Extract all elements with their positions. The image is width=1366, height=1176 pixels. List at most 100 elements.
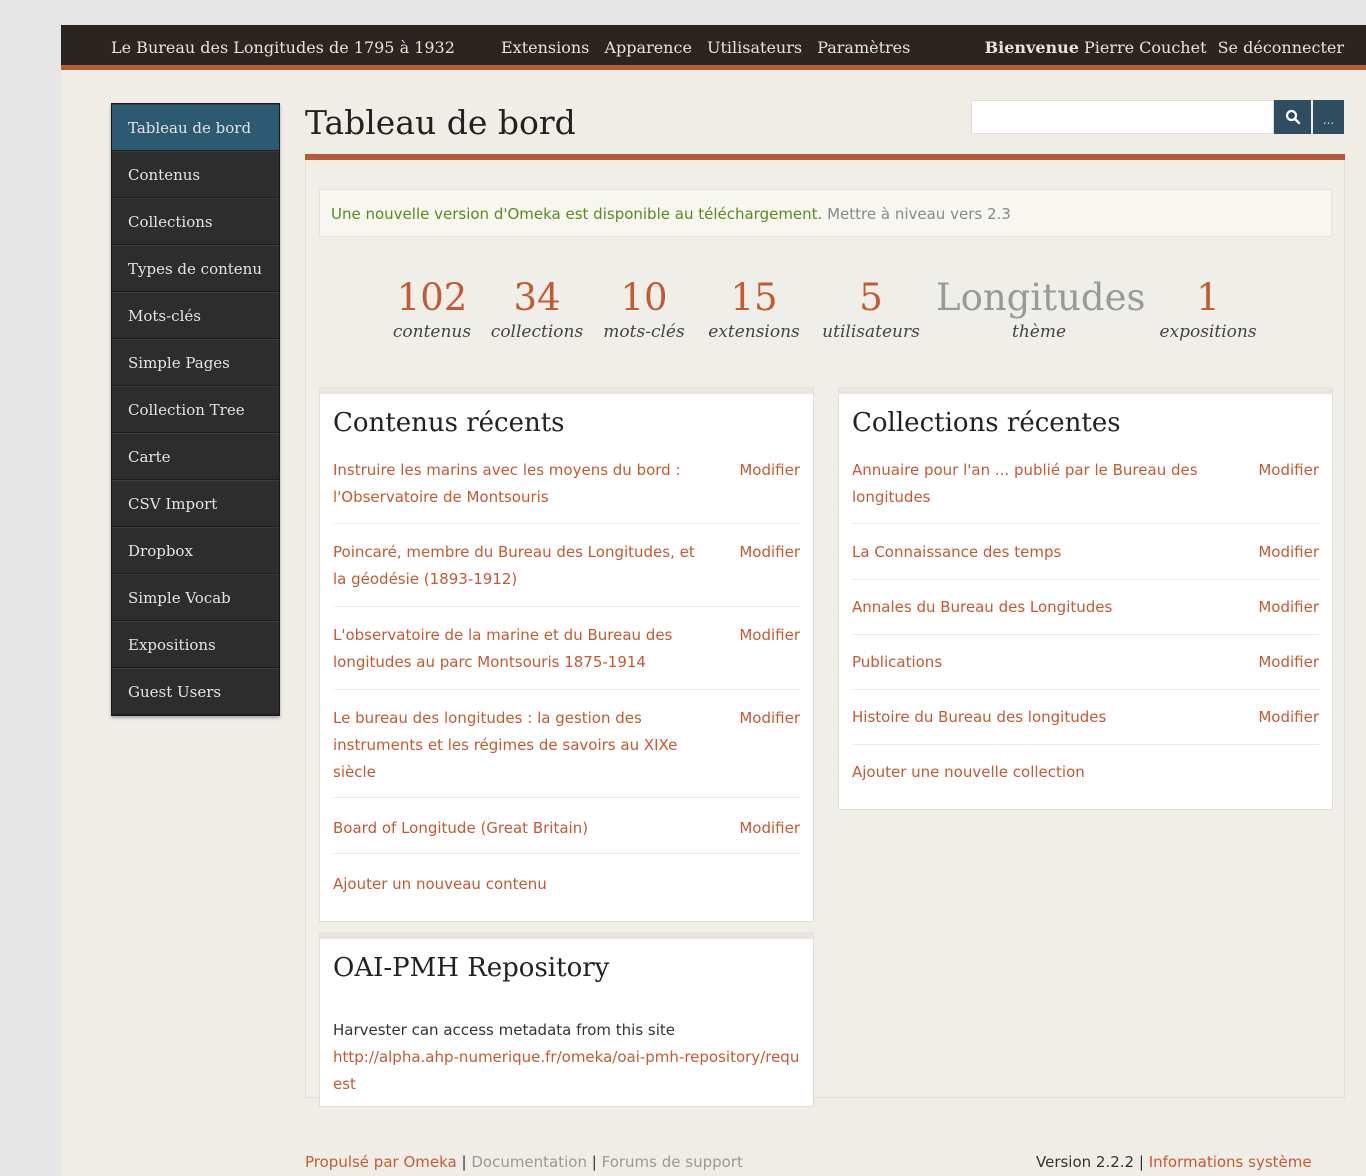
dashboard-content: Une nouvelle version d'Omeka est disponi…	[305, 160, 1346, 1107]
recent-items-title: Contenus récents	[333, 408, 565, 438]
stat-label: expositions	[1159, 322, 1257, 342]
support-forums-link[interactable]: Forums de support	[602, 1153, 743, 1171]
system-info-link[interactable]: Informations système	[1149, 1153, 1312, 1171]
collection-title-link[interactable]: Annuaire pour l'an ... publié par le Bur…	[852, 457, 1222, 511]
nav-settings[interactable]: Paramètres	[817, 38, 910, 57]
item-title-link[interactable]: Poincaré, membre du Bureau des Longitude…	[333, 539, 703, 593]
list-item: La Connaissance des temps Modifier	[852, 539, 1319, 580]
oai-url-link[interactable]: http://alpha.ahp-numerique.fr/omeka/oai-…	[333, 1044, 803, 1098]
edit-link[interactable]: Modifier	[739, 705, 800, 732]
collection-title-link[interactable]: La Connaissance des temps	[852, 539, 1222, 566]
oai-description: Harvester can access metadata from this …	[333, 1017, 803, 1098]
list-item: Board of Longitude (Great Britain) Modif…	[333, 815, 800, 854]
recent-collections-panel: Collections récentes Annuaire pour l'an …	[838, 387, 1333, 810]
stat-label: thème	[1011, 322, 1067, 342]
footer-separator: |	[461, 1153, 467, 1171]
search-input[interactable]	[971, 100, 1274, 134]
sidebar-item-csv-import[interactable]: CSV Import	[112, 480, 279, 527]
sidebar-item-map[interactable]: Carte	[112, 433, 279, 480]
top-bar: Le Bureau des Longitudes de 1795 à 1932 …	[61, 25, 1366, 70]
sidebar-item-exhibits[interactable]: Expositions	[112, 621, 279, 668]
logout-link[interactable]: Se déconnecter	[1218, 38, 1344, 57]
user-name-link[interactable]: Pierre Couchet	[1084, 38, 1207, 57]
sidebar-item-simple-pages[interactable]: Simple Pages	[112, 339, 279, 386]
stat-tags[interactable]: 10 mots-clés	[600, 275, 688, 343]
oai-pmh-title: OAI-PMH Repository	[333, 953, 610, 983]
sidebar-item-guest-users[interactable]: Guest Users	[112, 668, 279, 715]
nav-extensions[interactable]: Extensions	[501, 38, 589, 57]
stat-label: contenus	[392, 322, 472, 342]
stat-users[interactable]: 5 utilisateurs	[818, 275, 924, 343]
edit-link[interactable]: Modifier	[1258, 457, 1319, 484]
list-item: Annuaire pour l'an ... publié par le Bur…	[852, 457, 1319, 524]
edit-link[interactable]: Modifier	[739, 539, 800, 566]
list-item: Histoire du Bureau des longitudes Modifi…	[852, 704, 1319, 745]
stat-value: 34	[513, 276, 561, 319]
list-item: Annales du Bureau des Longitudes Modifie…	[852, 594, 1319, 635]
upgrade-link[interactable]: Mettre à niveau vers 2.3	[827, 205, 1011, 223]
item-title-link[interactable]: Instruire les marins avec les moyens du …	[333, 457, 703, 511]
item-title-link[interactable]: Board of Longitude (Great Britain)	[333, 815, 703, 842]
stat-label: collections	[490, 322, 584, 342]
edit-link[interactable]: Modifier	[1258, 594, 1319, 621]
add-item-link[interactable]: Ajouter un nouveau contenu	[333, 875, 547, 893]
stat-items[interactable]: 102 contenus	[389, 275, 475, 343]
edit-link[interactable]: Modifier	[739, 815, 800, 842]
sidebar-item-collections[interactable]: Collections	[112, 198, 279, 245]
stat-value: 1	[1196, 276, 1220, 319]
sidebar-item-collection-tree[interactable]: Collection Tree	[112, 386, 279, 433]
nav-appearance[interactable]: Apparence	[604, 38, 691, 57]
sidebar-item-items[interactable]: Contenus	[112, 151, 279, 198]
footer-separator: |	[591, 1153, 597, 1171]
item-title-link[interactable]: L'observatoire de la marine et du Bureau…	[333, 622, 703, 676]
list-item: Instruire les marins avec les moyens du …	[333, 457, 800, 524]
collection-title-link[interactable]: Annales du Bureau des Longitudes	[852, 594, 1222, 621]
edit-link[interactable]: Modifier	[739, 457, 800, 484]
stat-value: 102	[396, 276, 468, 319]
edit-link[interactable]: Modifier	[739, 622, 800, 649]
edit-link[interactable]: Modifier	[1258, 539, 1319, 566]
sidebar-item-dropbox[interactable]: Dropbox	[112, 527, 279, 574]
stat-theme[interactable]: Longitudes thème	[936, 275, 1145, 343]
nav-users[interactable]: Utilisateurs	[707, 38, 802, 57]
page-title: Tableau de bord	[305, 103, 576, 142]
add-collection-link[interactable]: Ajouter une nouvelle collection	[852, 763, 1085, 781]
sidebar-item-simple-vocab[interactable]: Simple Vocab	[112, 574, 279, 621]
edit-link[interactable]: Modifier	[1258, 649, 1319, 676]
sidebar-item-tags[interactable]: Mots-clés	[112, 292, 279, 339]
stat-value: 10	[620, 276, 668, 319]
upgrade-notice: Une nouvelle version d'Omeka est disponi…	[319, 189, 1332, 237]
upgrade-message: Une nouvelle version d'Omeka est disponi…	[331, 205, 823, 223]
list-item: L'observatoire de la marine et du Bureau…	[333, 622, 800, 690]
stat-label: mots-clés	[603, 322, 685, 342]
stat-exhibits[interactable]: 1 expositions	[1156, 275, 1260, 343]
stat-label: extensions	[708, 322, 800, 342]
site-title-link[interactable]: Le Bureau des Longitudes de 1795 à 1932	[111, 38, 455, 57]
advanced-search-button[interactable]: ...	[1313, 100, 1344, 134]
stats-bar: 102 contenus 34 collections 10 mots-clés…	[306, 275, 1346, 345]
stat-value: 15	[730, 276, 778, 319]
list-item: Poincaré, membre du Bureau des Longitude…	[333, 539, 800, 607]
stat-plugins[interactable]: 15 extensions	[704, 275, 804, 343]
stat-value: 5	[859, 276, 883, 319]
powered-by-link[interactable]: Propulsé par Omeka	[305, 1153, 457, 1171]
footer-right: Version 2.2.2 | Informations système	[1036, 1153, 1312, 1171]
list-item: Le bureau des longitudes : la gestion de…	[333, 705, 800, 798]
documentation-link[interactable]: Documentation	[471, 1153, 587, 1171]
sidebar-item-dashboard[interactable]: Tableau de bord	[112, 104, 279, 151]
collection-title-link[interactable]: Histoire du Bureau des longitudes	[852, 704, 1222, 731]
sidebar-item-item-types[interactable]: Types de contenu	[112, 245, 279, 292]
app-window: Le Bureau des Longitudes de 1795 à 1932 …	[61, 25, 1366, 1176]
oai-pmh-panel: OAI-PMH Repository Harvester can access …	[319, 932, 814, 1107]
collection-title-link[interactable]: Publications	[852, 649, 1222, 676]
list-item: Publications Modifier	[852, 649, 1319, 690]
welcome-label: Bienvenue	[984, 38, 1079, 57]
search-button[interactable]	[1274, 100, 1311, 134]
version-label: Version 2.2.2	[1036, 1153, 1135, 1171]
recent-items-panel: Contenus récents Instruire les marins av…	[319, 387, 814, 922]
stat-collections[interactable]: 34 collections	[486, 275, 588, 343]
footer-left: Propulsé par Omeka | Documentation | For…	[305, 1153, 743, 1171]
item-title-link[interactable]: Le bureau des longitudes : la gestion de…	[333, 705, 703, 786]
edit-link[interactable]: Modifier	[1258, 704, 1319, 731]
recent-collections-title: Collections récentes	[852, 408, 1121, 438]
